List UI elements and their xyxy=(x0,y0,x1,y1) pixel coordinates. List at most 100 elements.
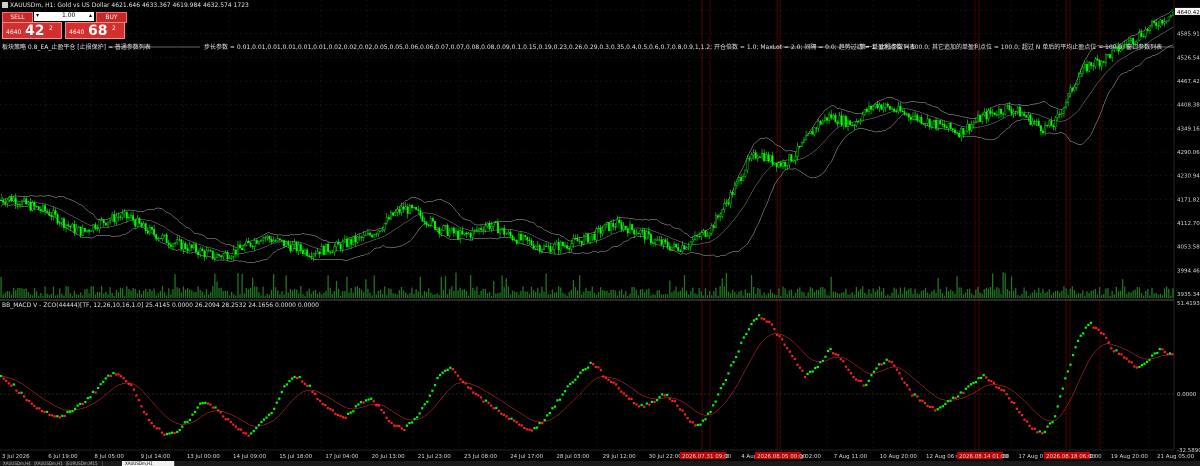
candle-body xyxy=(471,230,474,238)
candle-body xyxy=(826,117,828,121)
candle-body xyxy=(815,127,818,129)
macd-dot xyxy=(81,402,84,406)
candle-body xyxy=(75,227,78,233)
candle-body xyxy=(974,120,977,123)
candle-body xyxy=(652,242,654,244)
candle-body xyxy=(434,221,436,230)
candle-body xyxy=(972,122,975,125)
highlighted-time-label: 2026.08.18 06:00 xyxy=(1046,454,1096,460)
candle-body xyxy=(316,251,319,254)
candle-body xyxy=(538,245,541,252)
candle-body xyxy=(452,227,455,234)
candle-body xyxy=(442,225,445,231)
macd-dot xyxy=(770,323,773,326)
time-tick-label: 9 Jul 14:00 xyxy=(141,454,171,460)
candle-body xyxy=(1042,130,1044,134)
tab-chart-1[interactable]: XAUUSDm,H4 xyxy=(0,461,35,466)
macd-dot xyxy=(681,409,684,412)
candle-body xyxy=(92,224,95,232)
candle-body xyxy=(949,122,952,129)
macd-dot xyxy=(893,364,896,367)
candle-body xyxy=(987,110,990,120)
macd-dot xyxy=(43,410,46,414)
macd-dot xyxy=(416,416,419,419)
candle-body xyxy=(889,106,891,110)
macd-dot xyxy=(510,417,513,420)
candle-body xyxy=(612,222,615,228)
price-tick-label: 4230.94 xyxy=(1177,174,1200,180)
macd-dot xyxy=(1048,422,1052,425)
candle-body xyxy=(964,130,967,135)
macd-dot xyxy=(347,412,350,415)
candle-body xyxy=(473,229,476,231)
candle-body xyxy=(73,223,76,233)
candle-body xyxy=(543,245,545,250)
candle-body xyxy=(360,236,363,238)
candle-body xyxy=(127,216,130,219)
macd-dot xyxy=(362,401,365,404)
macd-dot xyxy=(857,379,860,382)
macd-dot xyxy=(867,379,870,382)
chart-window-icon[interactable] xyxy=(2,2,8,8)
macd-dot xyxy=(316,398,319,401)
candle-body xyxy=(79,226,82,236)
macd-dot xyxy=(178,429,181,432)
lot-increase-icon[interactable]: ▴ xyxy=(89,12,92,19)
macd-dot xyxy=(773,328,776,331)
candle-body xyxy=(50,215,53,217)
macd-tick-label: 51.4193 xyxy=(1177,301,1200,307)
candle-body xyxy=(979,115,982,122)
candle-body xyxy=(503,227,506,235)
macd-dot xyxy=(1041,432,1044,435)
macd-dot xyxy=(732,361,735,364)
candle-body xyxy=(209,250,212,252)
macd-dot xyxy=(752,319,756,322)
candle-body xyxy=(585,233,587,237)
candle-body xyxy=(482,229,485,231)
macd-dot xyxy=(1094,326,1098,330)
macd-dot xyxy=(170,431,174,434)
candle-body xyxy=(616,219,619,228)
buy-price-prefix: 4640 xyxy=(69,29,85,36)
candle-body xyxy=(274,240,277,242)
macd-dot xyxy=(270,411,273,415)
candle-body xyxy=(593,234,596,241)
macd-dot xyxy=(165,433,169,436)
macd-dot xyxy=(903,381,906,384)
macd-dot xyxy=(900,377,904,380)
macd-dot xyxy=(114,373,118,376)
candle-body xyxy=(245,240,248,246)
macd-dot xyxy=(1015,407,1018,410)
chart-canvas[interactable]: 4645.204585.914526.544467.424408.384349.… xyxy=(0,0,1200,466)
candle-body xyxy=(178,239,181,241)
candle-body xyxy=(44,205,47,212)
macd-dot xyxy=(199,402,202,405)
buy-price-box[interactable]: 4640 68 2 xyxy=(65,22,125,39)
macd-dot xyxy=(962,391,965,394)
candle-body xyxy=(260,240,262,242)
lot-decrease-icon[interactable]: ▾ xyxy=(36,12,39,19)
macd-dot xyxy=(615,383,618,386)
candle-body xyxy=(278,238,281,241)
macd-dot xyxy=(1043,430,1047,434)
macd-dot xyxy=(321,402,324,406)
sell-price-box[interactable]: 4640 42 2 xyxy=(2,22,62,39)
macd-dot xyxy=(926,404,929,408)
tab-chart-2[interactable]: XAUUSDm,H1 xyxy=(32,461,67,466)
candle-body xyxy=(960,128,963,138)
macd-dot xyxy=(334,412,337,415)
macd-dot xyxy=(1069,363,1072,366)
candle-body xyxy=(63,218,65,228)
macd-dot xyxy=(283,385,286,388)
macd-dot xyxy=(566,385,569,388)
macd-dot xyxy=(727,372,730,375)
macd-dot xyxy=(477,394,480,397)
candle-body xyxy=(375,233,378,235)
candle-body xyxy=(327,243,330,252)
time-tick-label: 6 Jul 19:00 xyxy=(48,454,78,460)
candle-body xyxy=(641,230,644,232)
macd-dot xyxy=(311,390,314,394)
tab-chart-active[interactable]: XAUUSDm,H1 xyxy=(122,461,175,466)
lot-size-input[interactable]: ▾ 1.00 ▴ xyxy=(34,12,94,21)
tab-chart-3[interactable]: EURUSDm,M15 xyxy=(64,461,103,466)
